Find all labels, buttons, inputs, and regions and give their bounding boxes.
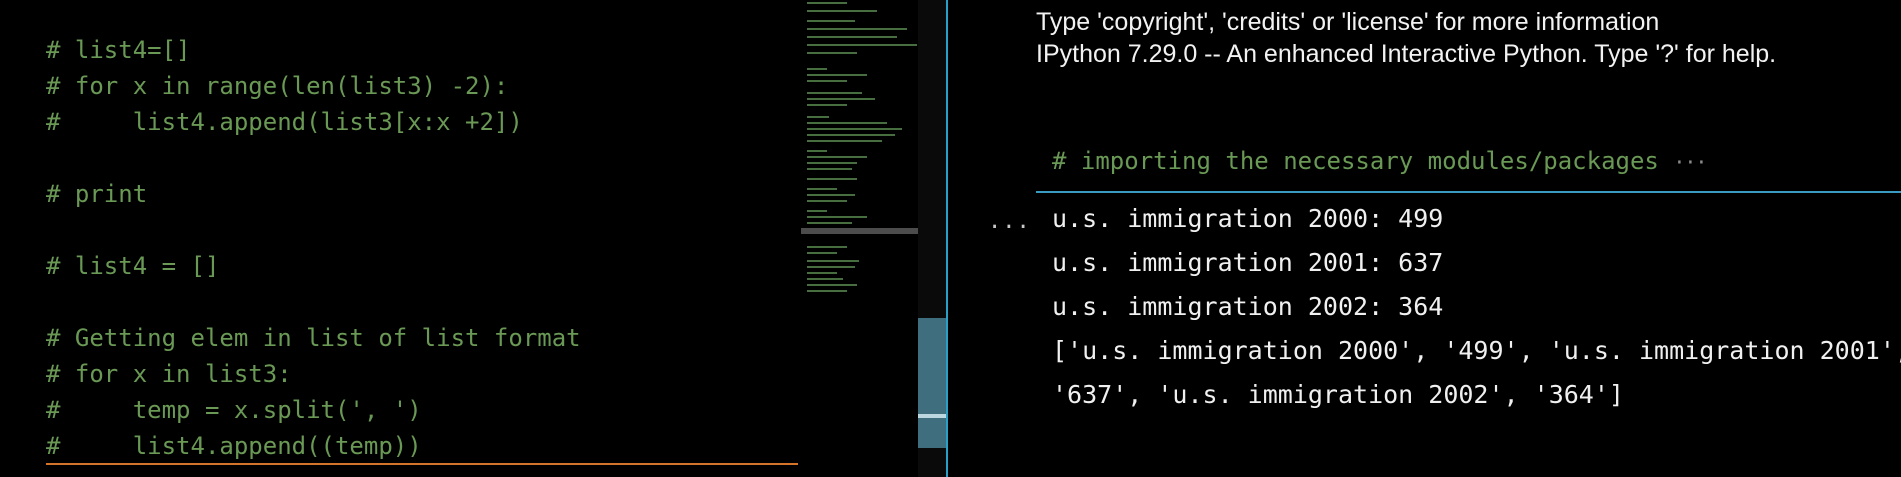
editor-scrollbar-thumb[interactable] [918, 318, 946, 448]
cell-separator [1036, 191, 1901, 193]
code-line[interactable]: # Getting elem in list of list format [46, 323, 581, 353]
output-line: ['u.s. immigration 2000', '499', 'u.s. i… [1052, 336, 1901, 365]
banner-line: Type 'copyright', 'credits' or 'license'… [1036, 8, 1660, 36]
code-line[interactable]: # for x in range(len(list3) -2): [46, 71, 508, 101]
code-line[interactable]: # list4 = [] [46, 251, 219, 281]
code-line[interactable]: # list4.append(list3[x:x +2]) [46, 107, 523, 137]
output-prompt: ... [988, 209, 1031, 234]
collapsed-cell[interactable]: # importing the necessary modules/packag… [1052, 147, 1707, 175]
minimap[interactable] [801, 0, 918, 300]
code-line[interactable]: # list4.append((temp)) [46, 431, 422, 461]
code-line[interactable]: # list4=[] [46, 35, 191, 65]
output-line: '637', 'u.s. immigration 2002', '364'] [1052, 380, 1624, 409]
code-line[interactable]: # for x in list3: [46, 359, 292, 389]
editor-scrollbar-marker [918, 414, 946, 418]
output-line: u.s. immigration 2002: 364 [1052, 292, 1444, 321]
code-line[interactable]: # temp = x.split(', ') [46, 395, 422, 425]
code-line[interactable]: # print [46, 179, 147, 209]
ipython-console[interactable]: Type 'copyright', 'credits' or 'license'… [948, 0, 1901, 477]
banner-line: IPython 7.29.0 -- An enhanced Interactiv… [1036, 40, 1777, 68]
cell-collapsed-indicator[interactable]: ··· [1673, 150, 1707, 174]
cell-preview: # importing the necessary modules/packag… [1052, 147, 1659, 175]
minimap-viewport[interactable] [801, 228, 918, 234]
code-editor[interactable]: # list4=[] # for x in range(len(list3) -… [0, 0, 918, 477]
output-line: u.s. immigration 2000: 499 [1052, 204, 1444, 233]
output-line: u.s. immigration 2001: 637 [1052, 248, 1444, 277]
active-line-highlight [46, 463, 798, 465]
